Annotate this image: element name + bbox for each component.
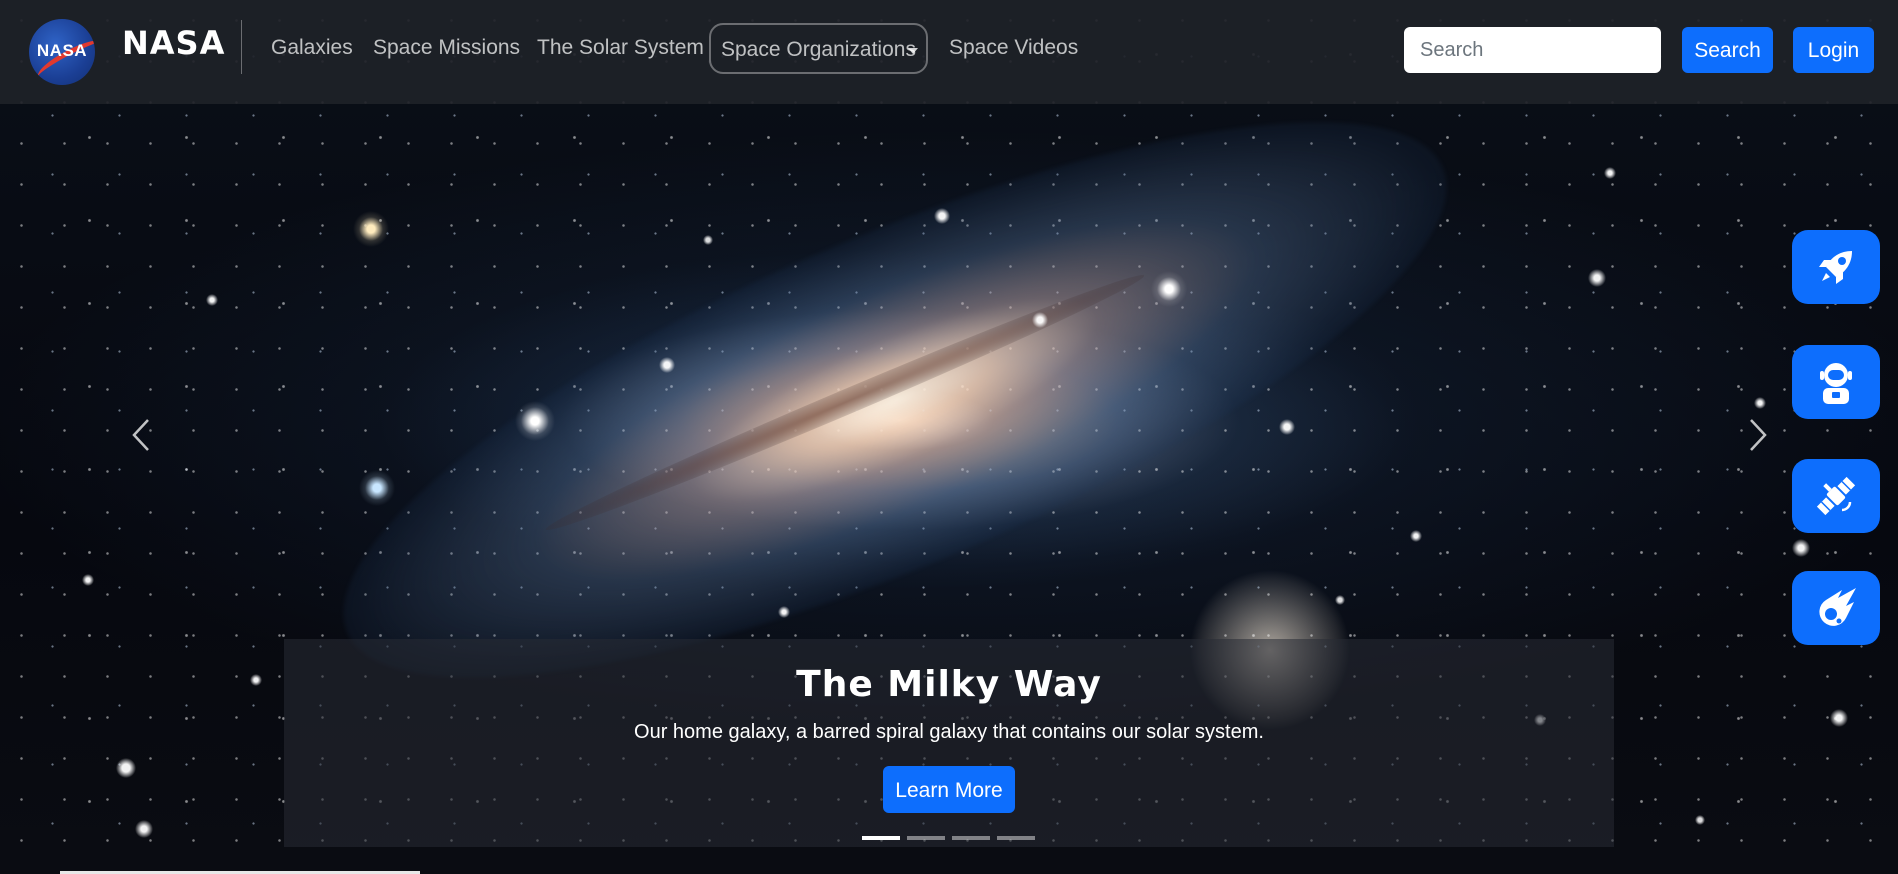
carousel-indicator-2[interactable] — [907, 836, 945, 840]
caret-down-icon — [908, 48, 918, 54]
login-button[interactable]: Login — [1793, 27, 1874, 73]
carousel-indicators — [862, 836, 1042, 840]
nav-link-space-videos[interactable]: Space Videos — [949, 36, 1078, 60]
search-button[interactable]: Search — [1682, 27, 1773, 73]
search-input[interactable] — [1404, 27, 1661, 73]
caption-title: The Milky Way — [796, 664, 1102, 705]
brand-name[interactable]: NASA — [122, 24, 225, 62]
nav-link-space-missions[interactable]: Space Missions — [373, 36, 520, 60]
satellite-button[interactable] — [1792, 459, 1880, 533]
carousel-indicator-3[interactable] — [952, 836, 990, 840]
logo-text: NASA — [36, 41, 88, 60]
astronaut-icon — [1820, 363, 1852, 404]
carousel-next-button[interactable] — [1745, 418, 1769, 452]
meteor-button[interactable] — [1792, 571, 1880, 645]
carousel-caption: The Milky Way Our home galaxy, a barred … — [284, 639, 1614, 847]
nav-dropdown-space-organizations[interactable]: Space Organizations — [709, 23, 928, 74]
carousel-prev-button[interactable] — [130, 418, 154, 452]
nav-link-solar-system[interactable]: The Solar System — [537, 36, 704, 60]
carousel-indicator-4[interactable] — [997, 836, 1035, 840]
page: NASA NASA Galaxies Space Missions The So… — [0, 0, 1898, 874]
carousel-indicator-1[interactable] — [862, 836, 900, 840]
satellite-icon — [1816, 476, 1856, 516]
nav-link-galaxies[interactable]: Galaxies — [271, 36, 353, 60]
learn-more-button[interactable]: Learn More — [883, 766, 1015, 813]
chevron-right-icon — [1750, 419, 1767, 451]
meteor-icon — [1819, 588, 1856, 626]
astronaut-button[interactable] — [1792, 345, 1880, 419]
nav-divider — [241, 20, 242, 74]
caption-text: Our home galaxy, a barred spiral galaxy … — [634, 721, 1264, 743]
navbar: NASA NASA Galaxies Space Missions The So… — [0, 0, 1898, 104]
rocket-icon — [1819, 251, 1852, 284]
nasa-logo[interactable]: NASA — [29, 19, 95, 85]
rocket-button[interactable] — [1792, 230, 1880, 304]
chevron-left-icon — [132, 419, 149, 451]
dropdown-label: Space Organizations — [721, 38, 916, 61]
